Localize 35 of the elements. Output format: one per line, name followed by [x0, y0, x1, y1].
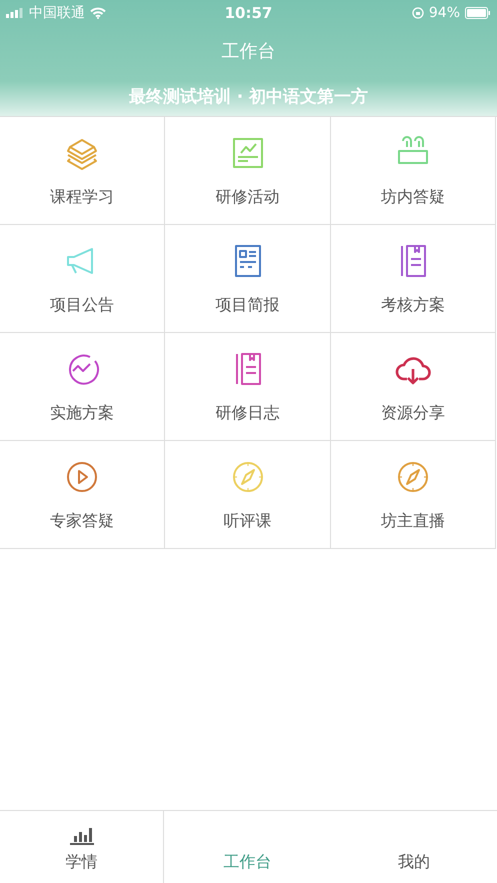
grid-label: 考核方案: [381, 295, 445, 316]
grid-label: 课程学习: [50, 187, 114, 208]
grid-label: 资源分享: [381, 403, 445, 424]
grid-item[interactable]: 实施方案: [0, 333, 165, 441]
grid-item[interactable]: 项目简报: [165, 225, 331, 333]
signal-icon: [6, 8, 24, 18]
grid-label: 专家答疑: [50, 511, 114, 532]
grid-item[interactable]: 研修日志: [165, 333, 331, 441]
grid-item[interactable]: 项目公告: [0, 225, 165, 333]
carrier-name: 中国联通: [29, 4, 85, 22]
tab-item[interactable]: 我的: [330, 811, 497, 883]
grid-label: 坊内答疑: [381, 187, 445, 208]
grid-item[interactable]: 专家答疑: [0, 441, 165, 549]
grid-item[interactable]: 课程学习: [0, 117, 165, 225]
grid-label: 项目公告: [50, 295, 114, 316]
page-title: 工作台: [222, 40, 276, 63]
grid-item[interactable]: 坊内答疑: [331, 117, 496, 225]
banner-title: 最终测试培训 · 初中语文第一方: [128, 86, 368, 108]
grid-item[interactable]: 资源分享: [331, 333, 496, 441]
grid-label: 听评课: [224, 511, 272, 532]
grid-label: 项目简报: [216, 295, 280, 316]
grid-item[interactable]: 坊主直播: [331, 441, 496, 549]
tab-item[interactable]: 学情: [0, 811, 164, 883]
grid-item[interactable]: 研修活动: [165, 117, 331, 225]
status-time: 10:57: [224, 4, 272, 22]
grid-item[interactable]: 考核方案: [331, 225, 496, 333]
grid-label: 实施方案: [50, 403, 114, 424]
rotation-lock-icon: [412, 7, 424, 19]
grid-item[interactable]: 听评课: [165, 441, 331, 549]
battery-percent: 94%: [428, 5, 460, 21]
battery-icon: [465, 7, 491, 19]
grid-label: 研修日志: [216, 403, 280, 424]
grid-label: 研修活动: [216, 187, 280, 208]
grid-label: 坊主直播: [381, 511, 445, 532]
wifi-icon: [90, 7, 106, 19]
